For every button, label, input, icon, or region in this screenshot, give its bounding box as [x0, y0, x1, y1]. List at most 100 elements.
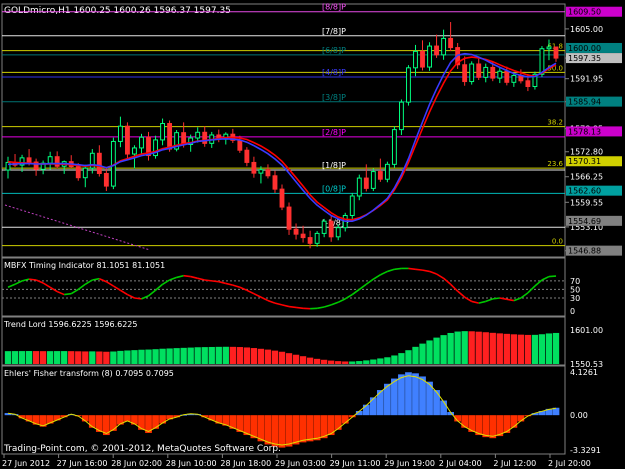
trend-lord-bar — [173, 348, 180, 364]
fisher-bar — [412, 373, 419, 416]
candle-body — [406, 67, 411, 103]
murrey-label: [6/8]P — [322, 46, 346, 55]
fisher-bar — [110, 415, 117, 431]
candle-body — [377, 171, 383, 180]
trend-lord-bar — [152, 349, 159, 364]
trend-lord-bar — [159, 348, 166, 364]
trend-lord-bar — [447, 332, 454, 364]
candle-body — [237, 139, 243, 151]
fib-label: 23.6 — [547, 160, 563, 168]
trend-lord-bar — [384, 357, 391, 364]
mbfx-segment — [394, 267, 402, 271]
fisher-tick-label: -3.3291 — [570, 446, 601, 455]
trend-lord-bar — [440, 335, 447, 364]
murrey-label: [0/8]P — [322, 184, 346, 193]
fisher-bar — [138, 415, 145, 430]
trend-lord-bar — [306, 357, 314, 364]
fisher-bar — [292, 415, 300, 445]
mbfx-title: MBFX Timing Indicator 81.1051 81.1051 — [4, 261, 165, 270]
trend-lord-bar — [538, 334, 546, 364]
candle-body — [279, 188, 285, 208]
trend-lord-bar — [398, 353, 405, 364]
price-pane[interactable]: GOLDmicro,H1 1600.25 1600.26 1596.37 159… — [1, 3, 622, 258]
trend-lord-bar — [342, 361, 349, 364]
fisher-bar — [306, 415, 314, 442]
mbfx-tick-label: 30 — [570, 294, 580, 303]
trend-lord-pane[interactable]: Trend Lord 1596.6225 1596.6225 1601.0015… — [1, 316, 603, 369]
trend-lord-bar — [250, 348, 258, 364]
trend-lord-bar — [222, 346, 229, 364]
trend-lord-bar — [96, 351, 103, 364]
trend-lord-bar — [370, 359, 377, 364]
fisher-bar — [433, 390, 440, 416]
fisher-bar — [313, 415, 321, 441]
price-tag-label: 1585.94 — [568, 98, 601, 107]
candle-body — [525, 80, 531, 88]
trend-lord-bar — [145, 349, 152, 364]
trend-lord-bar — [243, 347, 251, 364]
fisher-bar — [159, 415, 166, 424]
trend-lord-bar — [166, 348, 173, 364]
candle-body — [427, 45, 432, 68]
trend-lord-bar — [328, 360, 335, 364]
trend-lord-bar — [426, 340, 433, 364]
fisher-bar — [250, 415, 258, 439]
candle-body — [139, 136, 144, 149]
trend-lord-bar — [201, 347, 208, 364]
trend-lord-tick-label: 1601.00 — [570, 326, 603, 335]
trend-lord-bar — [482, 332, 489, 364]
price-tick-label: 1559.55 — [570, 198, 603, 207]
fisher-pane[interactable]: Ehlers' Fisher transform (8) 0.7095 0.70… — [1, 365, 601, 455]
candle-body — [469, 63, 475, 83]
trading-chart[interactable]: GOLDmicro,H1 1600.25 1600.26 1596.37 159… — [0, 0, 625, 469]
fisher-axis: 4.1261 0.00 -3.3291 — [570, 368, 601, 455]
trend-lord-bar — [524, 334, 532, 364]
candle-body — [384, 163, 390, 180]
trend-lord-bar — [208, 346, 215, 364]
candle-body — [132, 147, 137, 155]
fisher-bar — [299, 415, 307, 443]
mbfx-segment — [204, 279, 212, 282]
price-tag-label: 1597.35 — [568, 54, 601, 63]
mbfx-segment — [288, 305, 297, 309]
candle-body — [434, 45, 439, 56]
candle-body — [314, 232, 320, 244]
time-tick-label: 2 Jul 04:00 — [439, 459, 482, 468]
mbfx-segment — [64, 292, 72, 296]
trend-lord-bar — [475, 331, 482, 364]
trend-lord-bar — [545, 333, 553, 364]
trend-lord-bar — [54, 351, 61, 364]
candle-body — [251, 161, 257, 174]
candle-body — [497, 70, 503, 79]
candle-body — [356, 177, 362, 197]
trend-lord-bar — [278, 351, 286, 364]
mbfx-pane[interactable]: MBFX Timing Indicator 81.1051 81.1051 70… — [1, 257, 580, 317]
trend-lord-bar — [377, 358, 384, 364]
trend-lord-bar — [61, 351, 68, 364]
mbfx-segment — [415, 268, 423, 271]
fisher-bar — [482, 415, 490, 438]
candle-body — [258, 169, 264, 174]
fisher-bar — [334, 415, 342, 430]
trend-lord-bar — [32, 351, 40, 364]
candle-body — [272, 175, 278, 190]
candle-body — [75, 166, 81, 179]
candle-body — [26, 157, 32, 163]
price-tag-label: 1570.31 — [568, 157, 601, 166]
time-tick-label: 2 Jul 12:00 — [493, 459, 536, 468]
price-tick-label: 1572.80 — [570, 148, 603, 157]
murrey-label: [8/8]P — [322, 3, 346, 12]
price-tag-label: 1554.69 — [568, 217, 601, 226]
candle-body — [300, 233, 306, 239]
candle-body — [420, 50, 425, 68]
fisher-bar — [405, 372, 412, 416]
price-tag-label: 1609.50 — [568, 8, 601, 17]
fisher-bar — [88, 415, 96, 428]
candle-body — [202, 131, 208, 144]
fisher-tick-label: 0.00 — [570, 411, 588, 420]
trend-lord-bar — [89, 351, 96, 364]
trend-lord-bar — [124, 350, 131, 364]
fisher-title: Ehlers' Fisher transform (8) 0.7095 0.70… — [4, 369, 174, 378]
trend-lord-bar — [320, 359, 328, 364]
trend-lord-bar — [46, 351, 54, 364]
